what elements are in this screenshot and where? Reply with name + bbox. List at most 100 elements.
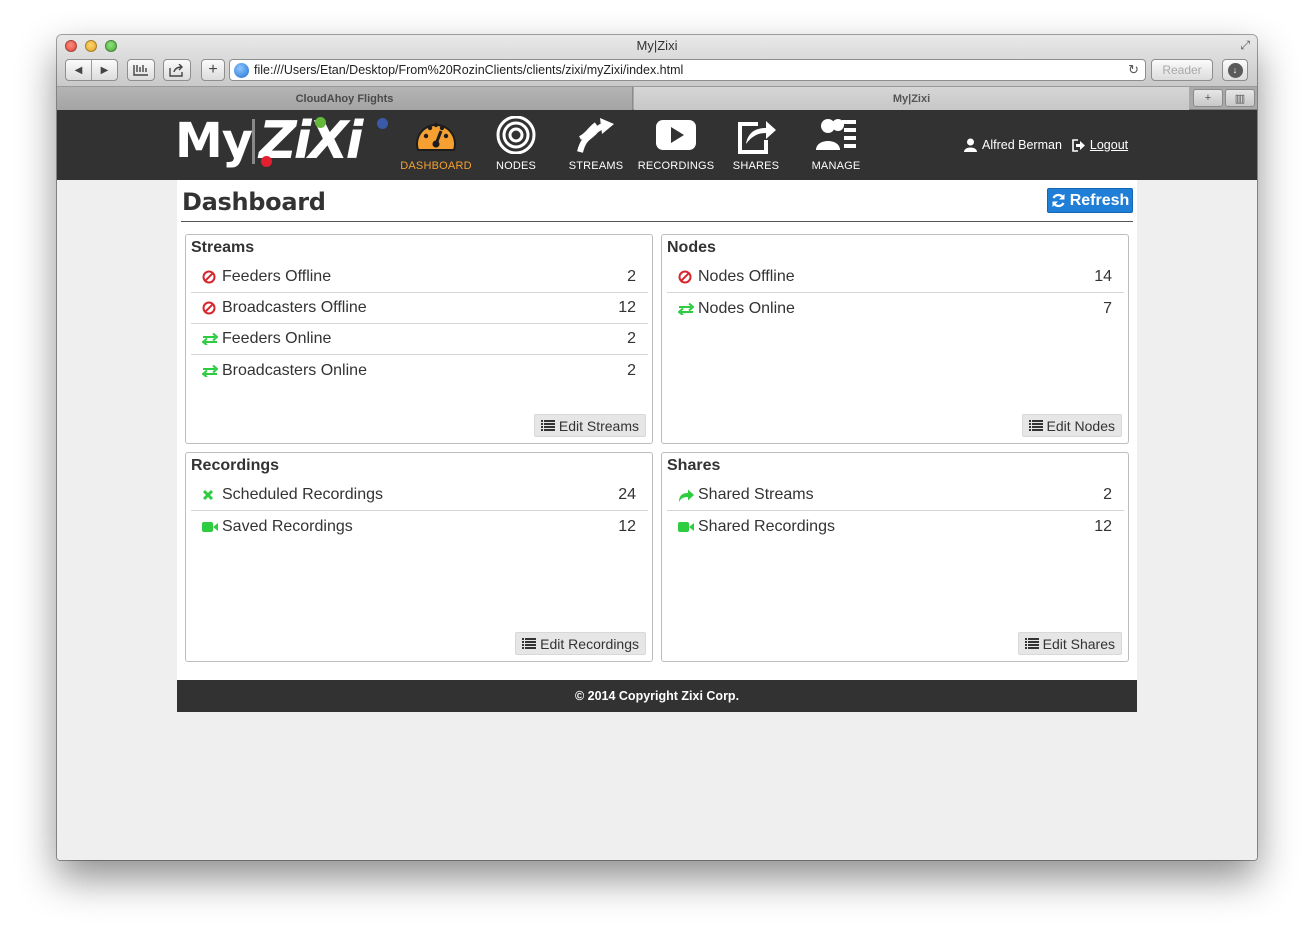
edit-nodes-button[interactable]: Edit Nodes	[1021, 414, 1122, 437]
edit-label: Edit Shares	[1042, 635, 1115, 652]
logo-zixi-text: ZiXi	[259, 111, 363, 171]
add-bookmark-button[interactable]: +	[201, 59, 225, 81]
exchange-icon	[678, 302, 694, 315]
row-count: 2	[1103, 486, 1112, 503]
panel-title: Shares	[667, 457, 721, 474]
refresh-icon	[1052, 193, 1065, 208]
row-count: 7	[1103, 299, 1112, 317]
nav-label: NODES	[495, 160, 537, 172]
nav-nodes[interactable]: NODES	[476, 116, 556, 176]
tab-cloudahoy[interactable]: CloudAhoy Flights	[57, 87, 633, 110]
browser-toolbar: My|Zixi ⤢ ◀ ▶ + file:///Users/Etan/Deskt…	[57, 35, 1257, 87]
user-menu: Alfred Berman Logout	[964, 138, 1128, 152]
user-name[interactable]: Alfred Berman	[982, 138, 1062, 152]
video-camera-icon	[202, 521, 218, 532]
row-count: 2	[627, 268, 636, 285]
nav-label: SHARES	[732, 160, 780, 172]
list-item[interactable]: Feeders Online 2	[191, 324, 648, 355]
edit-streams-button[interactable]: Edit Streams	[533, 414, 646, 437]
nav-shares[interactable]: SHARES	[716, 116, 796, 176]
streams-arrow-icon	[577, 118, 614, 153]
nav-streams[interactable]: STREAMS	[556, 116, 636, 176]
edit-label: Edit Streams	[558, 417, 639, 434]
list-item[interactable]: Shared Recordings 12	[667, 511, 1124, 542]
list-item[interactable]: Nodes Online 7	[667, 293, 1124, 324]
list-item[interactable]: Shared Streams 2	[667, 480, 1124, 511]
users-manage-icon	[816, 119, 856, 150]
url-text[interactable]: file:///Users/Etan/Desktop/From%20RozinC…	[254, 63, 683, 77]
share-page-icon[interactable]	[163, 59, 191, 81]
ban-icon	[202, 301, 216, 315]
globe-icon	[234, 63, 249, 78]
shares-panel: Shares Shared Streams 2 Shared Recording…	[661, 452, 1129, 662]
row-label: Nodes Offline	[698, 268, 795, 285]
ban-icon	[678, 270, 692, 284]
logout-label[interactable]: Logout	[1090, 138, 1128, 152]
panel-title: Recordings	[191, 457, 280, 474]
list-item[interactable]: Broadcasters Offline 12	[191, 293, 648, 324]
edit-label: Edit Recordings	[540, 635, 639, 652]
bookmarks-icon[interactable]	[127, 59, 155, 81]
downloads-button[interactable]: ↓	[1222, 59, 1248, 81]
reader-button[interactable]: Reader	[1151, 59, 1213, 81]
list-item[interactable]: Feeders Offline 2	[191, 262, 648, 293]
title-divider	[181, 221, 1133, 222]
streams-panel: Streams Feeders Offline 2 Broadcasters O…	[185, 234, 653, 444]
exchange-icon	[202, 364, 218, 377]
nav-label: RECORDINGS	[637, 160, 715, 172]
speedometer-icon	[416, 122, 456, 151]
row-label: Broadcasters Offline	[222, 299, 367, 316]
row-label: Shared Recordings	[698, 517, 835, 535]
row-count: 2	[627, 361, 636, 379]
row-count: 12	[618, 299, 636, 316]
row-count: 24	[618, 486, 636, 503]
list-item[interactable]: Scheduled Recordings 24	[191, 480, 648, 511]
logout-link[interactable]: Logout	[1072, 138, 1128, 152]
row-count: 12	[618, 517, 636, 535]
x-icon	[202, 489, 214, 501]
list-item[interactable]: Saved Recordings 12	[191, 511, 648, 542]
tab-myzixi[interactable]: My|Zixi	[634, 87, 1189, 110]
refresh-button[interactable]: Refresh	[1047, 188, 1133, 213]
nav-manage[interactable]: MANAGE	[796, 116, 876, 176]
target-icon	[496, 116, 536, 154]
list-item[interactable]: Broadcasters Online 2	[191, 355, 648, 386]
edit-shares-button[interactable]: Edit Shares	[1017, 632, 1122, 655]
nav-dashboard[interactable]: DASHBOARD	[396, 116, 476, 176]
nav-recordings[interactable]: RECORDINGS	[636, 116, 716, 176]
back-button[interactable]: ◀	[66, 65, 91, 76]
window-title: My|Zixi	[636, 38, 678, 53]
forward-button[interactable]: ▶	[92, 65, 117, 76]
dashboard-container: Dashboard Refresh Streams Feeders Offlin…	[177, 180, 1137, 680]
address-bar[interactable]: file:///Users/Etan/Desktop/From%20RozinC…	[229, 59, 1146, 81]
tab-overview-icon[interactable]: ▥	[1225, 89, 1255, 107]
reload-icon[interactable]: ↻	[1128, 62, 1139, 78]
row-label: Broadcasters Online	[222, 361, 367, 379]
refresh-label: Refresh	[1069, 191, 1130, 209]
row-count: 12	[1094, 517, 1112, 535]
edit-recordings-button[interactable]: Edit Recordings	[515, 632, 646, 655]
list-icon	[1028, 420, 1043, 431]
nodes-panel: Nodes Nodes Offline 14 Nodes Online 7 Ed…	[661, 234, 1129, 444]
list-icon	[522, 638, 537, 649]
row-label: Feeders Offline	[222, 268, 332, 285]
list-item[interactable]: Nodes Offline 14	[667, 262, 1124, 293]
download-icon: ↓	[1227, 62, 1243, 78]
new-tab-button[interactable]: +	[1193, 89, 1223, 107]
nav-label: STREAMS	[568, 160, 624, 172]
logout-icon	[1072, 138, 1085, 152]
row-label: Nodes Online	[698, 299, 795, 317]
browser-window: My|Zixi ⤢ ◀ ▶ + file:///Users/Etan/Deskt…	[57, 35, 1257, 860]
page-footer: © 2014 Copyright Zixi Corp.	[177, 680, 1137, 712]
share-icon	[738, 121, 776, 154]
row-label: Saved Recordings	[222, 517, 353, 535]
exchange-icon	[202, 333, 218, 345]
play-icon	[656, 120, 696, 150]
fullscreen-icon[interactable]: ⤢	[1240, 38, 1250, 53]
ban-icon	[202, 270, 216, 284]
row-count: 14	[1094, 268, 1112, 285]
tab-strip: CloudAhoy Flights My|Zixi + ▥	[57, 87, 1257, 110]
user-icon	[964, 138, 977, 152]
row-count: 2	[627, 330, 636, 347]
top-navbar: My ZiXi DASHBOARD NODES STREAMS RECORDIN…	[57, 110, 1257, 180]
